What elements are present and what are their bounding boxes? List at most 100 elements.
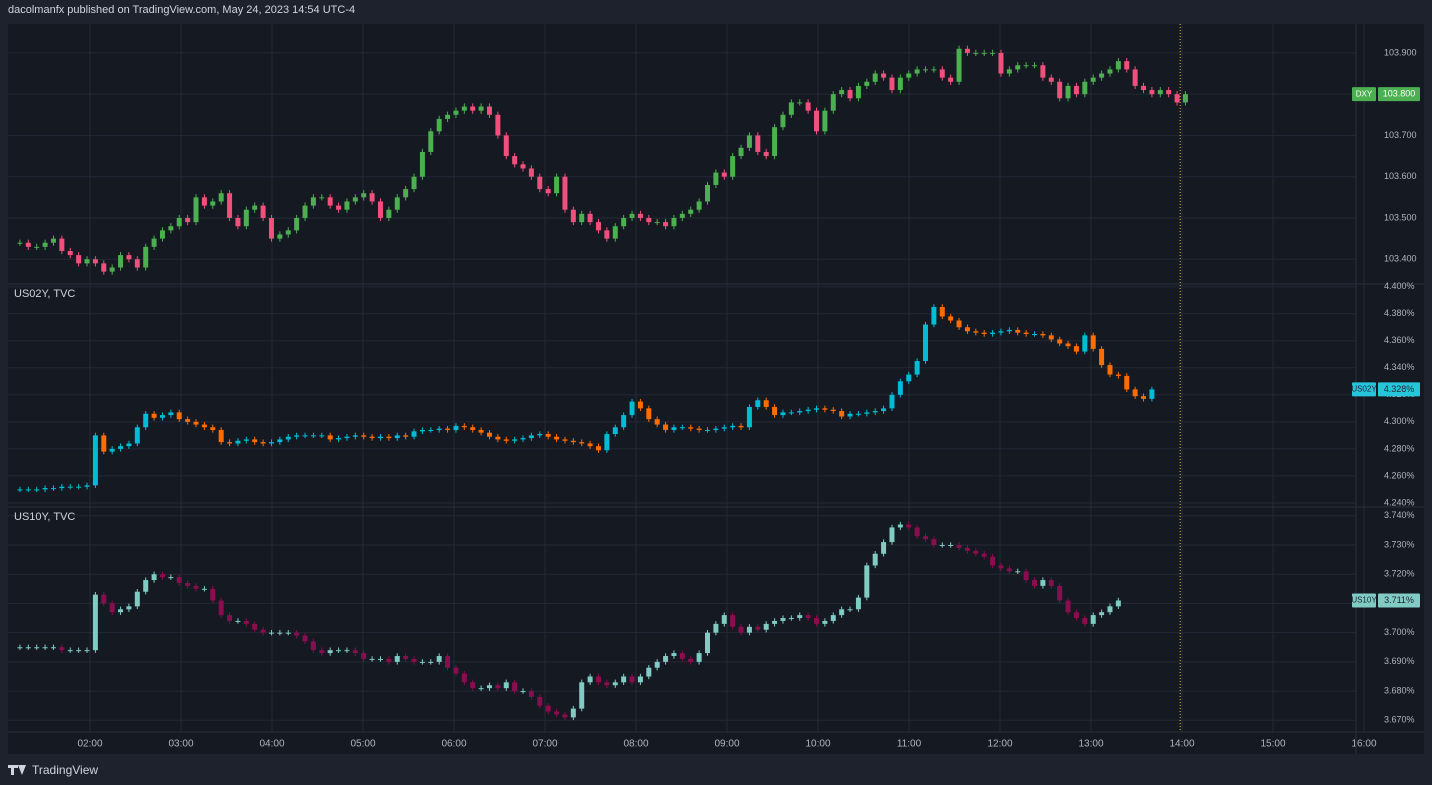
candle-body	[897, 381, 903, 395]
candle-body	[1090, 615, 1096, 624]
candle-body	[42, 488, 48, 490]
candle-body	[377, 436, 383, 439]
candle-body	[445, 428, 451, 430]
x-tick-label: 03:00	[168, 739, 193, 750]
candle-body	[520, 438, 526, 440]
candle-body	[327, 650, 333, 654]
candle-body	[822, 110, 828, 132]
candle-body	[579, 213, 585, 223]
multi-pane-chart[interactable]: 02:00 03:00 04:00 05:00 06:00 07:00 08:00 09:00…	[8, 24, 1424, 754]
y-tick-label: 4.400%	[1384, 281, 1415, 291]
candle-body	[814, 618, 820, 624]
candle-body	[1006, 69, 1012, 74]
symbol-tag-label: US02Y	[1351, 385, 1377, 394]
y-tick-label: 3.700%	[1384, 627, 1415, 637]
candle-body	[528, 168, 534, 177]
candle-body	[671, 653, 677, 657]
candle-body	[855, 597, 861, 610]
candle-body	[587, 213, 593, 223]
candle-body	[495, 685, 501, 689]
candle-body	[1057, 81, 1063, 99]
candle-body	[159, 230, 165, 239]
candle-body	[1023, 571, 1029, 581]
candle-body	[277, 439, 283, 443]
candle-body	[84, 650, 90, 652]
candle-body	[126, 606, 132, 610]
candle-body	[243, 439, 249, 441]
candle-body	[377, 201, 383, 218]
candle-body	[1124, 61, 1130, 70]
candle-body	[520, 691, 526, 693]
candle-body	[688, 209, 694, 214]
candle-body	[839, 411, 845, 417]
candle-body	[59, 486, 65, 489]
candle-body	[302, 635, 308, 642]
candle-body	[503, 439, 509, 441]
candle-body	[872, 411, 878, 413]
candle-body	[570, 440, 576, 443]
candle-body	[67, 250, 73, 256]
candle-body	[344, 650, 350, 652]
candle-body	[545, 189, 551, 194]
candle-body	[218, 193, 224, 202]
candle-body	[302, 205, 308, 218]
candle-body	[50, 647, 56, 649]
candle-body	[713, 172, 719, 185]
candle-body	[176, 412, 182, 420]
x-tick-label: 04:00	[259, 739, 284, 750]
last-price-label: 4.328%	[1384, 384, 1415, 394]
candle-body	[285, 632, 291, 634]
candle-body	[755, 400, 761, 407]
candle-body	[981, 553, 987, 557]
candle-body	[956, 320, 962, 328]
candle-body	[201, 197, 207, 206]
candle-body	[772, 127, 778, 157]
candle-body	[797, 411, 803, 413]
candle-body	[25, 489, 31, 491]
x-tick-label: 09:00	[714, 739, 739, 750]
candle-body	[595, 676, 601, 683]
y-tick-label: 4.360%	[1384, 335, 1415, 345]
candle-body	[956, 544, 962, 548]
candle-body	[1099, 73, 1105, 78]
candle-body	[218, 600, 224, 616]
candle-body	[822, 408, 828, 410]
candle-body	[688, 658, 694, 662]
candle-body	[201, 588, 207, 590]
tradingview-footer[interactable]: TradingView	[8, 763, 98, 777]
candle-body	[428, 131, 434, 152]
candle-body	[411, 431, 417, 437]
candle-body	[294, 632, 300, 636]
candle-body	[595, 446, 601, 451]
candle-body	[1124, 375, 1130, 390]
candle-body	[1023, 332, 1029, 335]
candle-body	[1032, 580, 1038, 586]
candle-body	[109, 267, 115, 272]
candle-body	[59, 238, 65, 251]
candle-body	[109, 603, 115, 613]
candle-body	[34, 647, 40, 649]
candle-body	[1065, 85, 1071, 99]
candle-body	[1107, 69, 1113, 74]
candle-body	[621, 415, 627, 428]
candle-body	[1141, 85, 1147, 91]
candle-body	[503, 135, 509, 157]
candle-body	[1149, 90, 1155, 95]
candle-body	[612, 226, 618, 239]
candle-body	[461, 425, 467, 428]
candle-body	[143, 413, 149, 428]
candle-body	[1141, 396, 1147, 399]
candle-body	[973, 52, 979, 54]
candle-body	[931, 69, 937, 71]
candle-body	[1048, 77, 1054, 82]
candle-body	[361, 435, 367, 437]
x-tick-label: 06:00	[441, 739, 466, 750]
y-tick-label: 4.380%	[1384, 308, 1415, 318]
candle-body	[495, 436, 501, 440]
candle-body	[948, 77, 954, 82]
candle-body	[268, 442, 274, 444]
candle-body	[436, 118, 442, 132]
candle-body	[973, 550, 979, 554]
chart-area[interactable]: 02:00 03:00 04:00 05:00 06:00 07:00 08:00 09:00…	[8, 24, 1424, 754]
candle-body	[1115, 61, 1121, 70]
